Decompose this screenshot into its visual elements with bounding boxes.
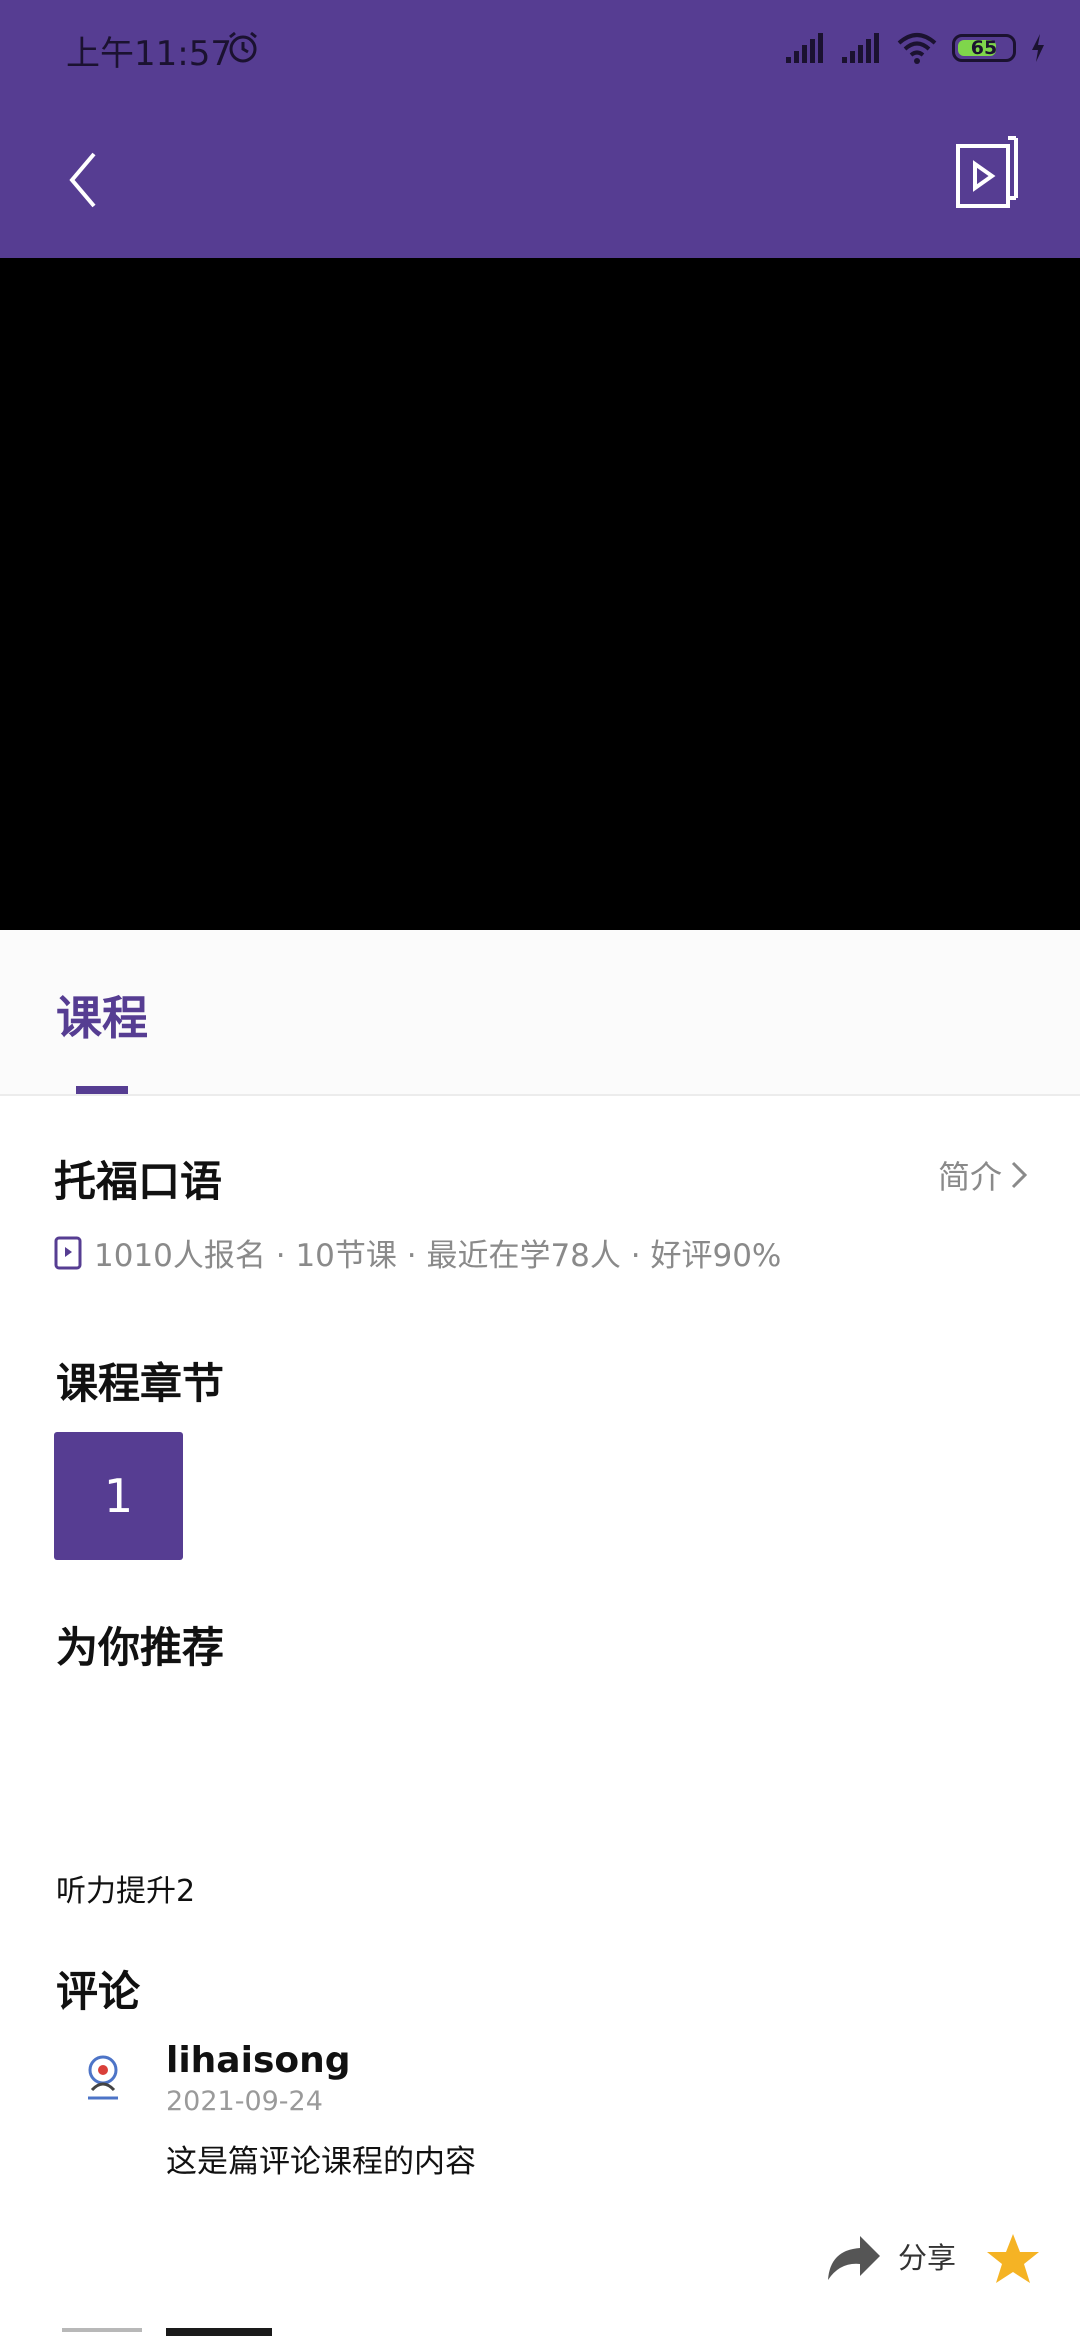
video-play-icon[interactable] (952, 132, 1032, 212)
intro-label: 简介 (937, 1158, 1002, 1196)
signal-icon (786, 33, 823, 63)
recommend-title: 为你推荐 (56, 1623, 225, 1672)
next-comment-partial (0, 2322, 1080, 2340)
battery-icon: 65 (952, 34, 1016, 62)
course-title: 托福口语 (54, 1157, 223, 1206)
comment-date: 2021-09-24 (166, 2086, 323, 2117)
signal-icon (842, 33, 879, 63)
tab-indicator (76, 1086, 128, 1094)
status-time: 上午11:57 (66, 34, 232, 74)
recommend-item[interactable]: 听力提升2 (56, 1866, 195, 1910)
charging-icon (1032, 34, 1044, 62)
chevron-left-icon[interactable] (50, 140, 120, 220)
course-stats: 1010人报名 · 10节课 · 最近在学78人 · 好评90% (54, 1230, 781, 1275)
video-player[interactable] (0, 258, 1080, 930)
share-button[interactable]: 分享 (822, 2230, 956, 2282)
share-label: 分享 (898, 2241, 957, 2275)
next-avatar (62, 2328, 142, 2332)
star-icon[interactable] (985, 2232, 1041, 2286)
tab-course[interactable]: 课程 (56, 982, 148, 1048)
app-bar (0, 96, 1080, 258)
lesson-icon (54, 1236, 82, 1269)
next-comment-user (166, 2328, 272, 2336)
comment-user: lihaisong (166, 2040, 351, 2081)
avatar (88, 2055, 118, 2100)
chapters-title: 课程章节 (56, 1359, 225, 1408)
chevron-right-icon (1011, 1161, 1028, 1189)
chapter-button[interactable]: 1 (54, 1432, 183, 1560)
comments-title: 评论 (56, 1967, 141, 2016)
status-indicators: 65 (784, 28, 1046, 68)
status-bar: 上午11:57 65 (0, 0, 1080, 96)
course-stats-text: 1010人报名 · 10节课 · 最近在学78人 · 好评90% (94, 1238, 782, 1274)
share-icon (828, 2236, 880, 2280)
comment-text: 这是篇评论课程的内容 (166, 2144, 476, 2180)
tab-bar: 课程 (0, 930, 1080, 1096)
alarm-icon (229, 31, 257, 63)
wifi-icon (897, 33, 937, 64)
battery-level: 65 (970, 37, 998, 59)
intro-link[interactable]: 简介 (938, 1152, 1028, 1198)
